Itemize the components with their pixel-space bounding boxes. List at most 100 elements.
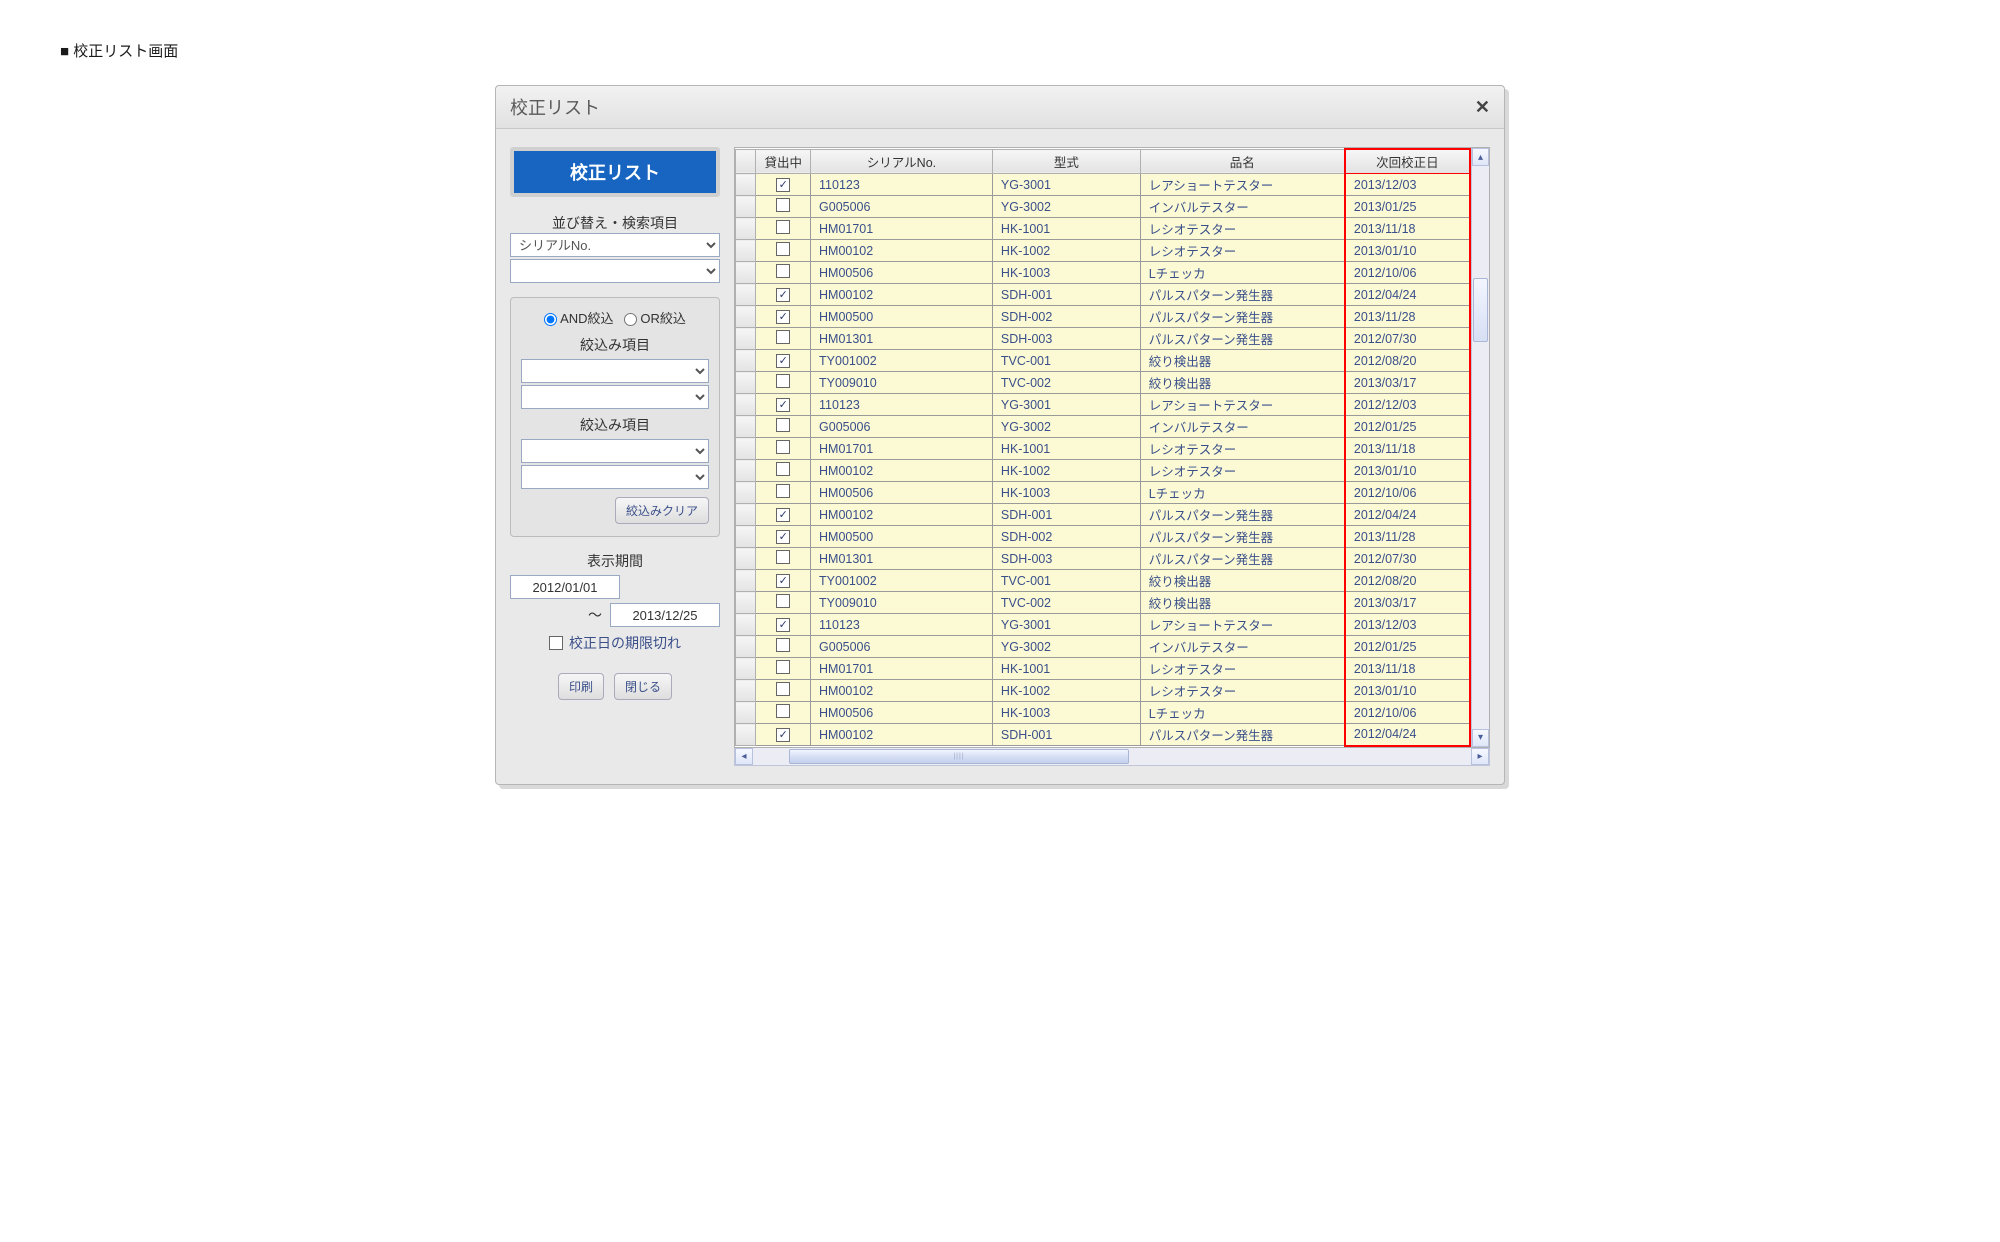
- cell-next-calibration[interactable]: 2012/08/20: [1345, 350, 1470, 372]
- close-button[interactable]: 閉じる: [614, 673, 672, 700]
- rented-checkbox-cell[interactable]: ✓: [756, 174, 811, 196]
- main-list-button[interactable]: 校正リスト: [510, 147, 720, 197]
- row-handle[interactable]: [736, 658, 756, 680]
- cell-name[interactable]: Lチェッカ: [1140, 262, 1345, 284]
- rented-checkbox-cell[interactable]: [756, 438, 811, 460]
- cell-serial[interactable]: TY001002: [811, 570, 993, 592]
- rented-checkbox[interactable]: ✓: [776, 530, 790, 544]
- cell-next-calibration[interactable]: 2013/11/18: [1345, 218, 1470, 240]
- scroll-up-arrow-icon[interactable]: ▴: [1472, 148, 1489, 166]
- row-handle[interactable]: [736, 218, 756, 240]
- horizontal-scroll-track[interactable]: ||||: [753, 748, 1471, 765]
- row-handle[interactable]: [736, 284, 756, 306]
- cell-next-calibration[interactable]: 2012/10/06: [1345, 482, 1470, 504]
- rented-checkbox-cell[interactable]: ✓: [756, 570, 811, 592]
- row-handle[interactable]: [736, 548, 756, 570]
- cell-name[interactable]: インバルテスター: [1140, 196, 1345, 218]
- cell-serial[interactable]: HM00102: [811, 724, 993, 746]
- cell-next-calibration[interactable]: 2013/01/10: [1345, 460, 1470, 482]
- rented-checkbox-cell[interactable]: ✓: [756, 284, 811, 306]
- cell-next-calibration[interactable]: 2012/07/30: [1345, 328, 1470, 350]
- rented-checkbox-cell[interactable]: [756, 702, 811, 724]
- filter-1-value[interactable]: [521, 385, 709, 409]
- rented-checkbox[interactable]: ✓: [776, 508, 790, 522]
- cell-model[interactable]: YG-3001: [992, 174, 1140, 196]
- cell-next-calibration[interactable]: 2013/01/10: [1345, 680, 1470, 702]
- table-row[interactable]: HM00506HK-1003Lチェッカ2012/10/06: [736, 262, 1471, 284]
- cell-serial[interactable]: HM00506: [811, 262, 993, 284]
- cell-serial[interactable]: G005006: [811, 196, 993, 218]
- cell-model[interactable]: SDH-003: [992, 548, 1140, 570]
- cell-model[interactable]: YG-3001: [992, 614, 1140, 636]
- filter-2-value[interactable]: [521, 465, 709, 489]
- scroll-down-arrow-icon[interactable]: ▾: [1472, 729, 1489, 747]
- rented-checkbox[interactable]: [776, 374, 790, 388]
- cell-model[interactable]: YG-3002: [992, 196, 1140, 218]
- row-handle[interactable]: [736, 680, 756, 702]
- rented-checkbox-cell[interactable]: [756, 658, 811, 680]
- row-handle[interactable]: [736, 196, 756, 218]
- rented-checkbox-cell[interactable]: [756, 240, 811, 262]
- col-header-model[interactable]: 型式: [992, 149, 1140, 174]
- cell-next-calibration[interactable]: 2013/11/28: [1345, 306, 1470, 328]
- cell-serial[interactable]: 110123: [811, 614, 993, 636]
- cell-next-calibration[interactable]: 2013/11/18: [1345, 658, 1470, 680]
- row-handle[interactable]: [736, 438, 756, 460]
- row-handle[interactable]: [736, 482, 756, 504]
- table-row[interactable]: ✓HM00102SDH-001パルスパターン発生器2012/04/24: [736, 504, 1471, 526]
- cell-model[interactable]: SDH-002: [992, 306, 1140, 328]
- rented-checkbox[interactable]: [776, 594, 790, 608]
- rented-checkbox-cell[interactable]: [756, 482, 811, 504]
- cell-name[interactable]: 絞り検出器: [1140, 350, 1345, 372]
- cell-serial[interactable]: HM01701: [811, 658, 993, 680]
- cell-model[interactable]: TVC-001: [992, 570, 1140, 592]
- cell-name[interactable]: レアショートテスター: [1140, 394, 1345, 416]
- rented-checkbox[interactable]: ✓: [776, 398, 790, 412]
- cell-next-calibration[interactable]: 2013/12/03: [1345, 174, 1470, 196]
- cell-serial[interactable]: HM01301: [811, 548, 993, 570]
- cell-name[interactable]: Lチェッカ: [1140, 482, 1345, 504]
- cell-serial[interactable]: G005006: [811, 416, 993, 438]
- row-handle[interactable]: [736, 328, 756, 350]
- cell-serial[interactable]: HM01701: [811, 438, 993, 460]
- sort-field-select[interactable]: シリアルNo.: [510, 233, 720, 257]
- rented-checkbox[interactable]: [776, 682, 790, 696]
- cell-next-calibration[interactable]: 2013/03/17: [1345, 592, 1470, 614]
- row-handle[interactable]: [736, 526, 756, 548]
- rented-checkbox-cell[interactable]: ✓: [756, 526, 811, 548]
- cell-name[interactable]: 絞り検出器: [1140, 570, 1345, 592]
- row-handle[interactable]: [736, 306, 756, 328]
- cell-next-calibration[interactable]: 2012/04/24: [1345, 284, 1470, 306]
- cell-model[interactable]: YG-3002: [992, 416, 1140, 438]
- table-row[interactable]: HM00102HK-1002レシオテスター2013/01/10: [736, 240, 1471, 262]
- cell-name[interactable]: パルスパターン発生器: [1140, 548, 1345, 570]
- cell-next-calibration[interactable]: 2013/01/10: [1345, 240, 1470, 262]
- table-row[interactable]: ✓HM00102SDH-001パルスパターン発生器2012/04/24: [736, 724, 1471, 746]
- table-row[interactable]: ✓HM00500SDH-002パルスパターン発生器2013/11/28: [736, 526, 1471, 548]
- rented-checkbox[interactable]: [776, 550, 790, 564]
- row-handle[interactable]: [736, 416, 756, 438]
- table-row[interactable]: ✓HM00500SDH-002パルスパターン発生器2013/11/28: [736, 306, 1471, 328]
- cell-serial[interactable]: HM00102: [811, 504, 993, 526]
- cell-next-calibration[interactable]: 2013/11/18: [1345, 438, 1470, 460]
- rented-checkbox[interactable]: [776, 660, 790, 674]
- col-header-rented[interactable]: 貸出中: [756, 149, 811, 174]
- col-header-next-calibration[interactable]: 次回校正日: [1345, 149, 1470, 174]
- rented-checkbox[interactable]: [776, 330, 790, 344]
- cell-model[interactable]: SDH-003: [992, 328, 1140, 350]
- table-row[interactable]: ✓HM00102SDH-001パルスパターン発生器2012/04/24: [736, 284, 1471, 306]
- cell-serial[interactable]: 110123: [811, 394, 993, 416]
- cell-serial[interactable]: HM00102: [811, 240, 993, 262]
- rented-checkbox-cell[interactable]: [756, 328, 811, 350]
- cell-name[interactable]: パルスパターン発生器: [1140, 284, 1345, 306]
- cell-name[interactable]: レシオテスター: [1140, 460, 1345, 482]
- cell-name[interactable]: パルスパターン発生器: [1140, 526, 1345, 548]
- table-row[interactable]: HM00102HK-1002レシオテスター2013/01/10: [736, 680, 1471, 702]
- cell-serial[interactable]: HM01301: [811, 328, 993, 350]
- row-handle[interactable]: [736, 350, 756, 372]
- table-row[interactable]: HM01701HK-1001レシオテスター2013/11/18: [736, 658, 1471, 680]
- table-row[interactable]: ✓TY001002TVC-001絞り検出器2012/08/20: [736, 350, 1471, 372]
- table-row[interactable]: HM01701HK-1001レシオテスター2013/11/18: [736, 438, 1471, 460]
- row-handle[interactable]: [736, 592, 756, 614]
- scroll-left-arrow-icon[interactable]: ◂: [735, 748, 753, 765]
